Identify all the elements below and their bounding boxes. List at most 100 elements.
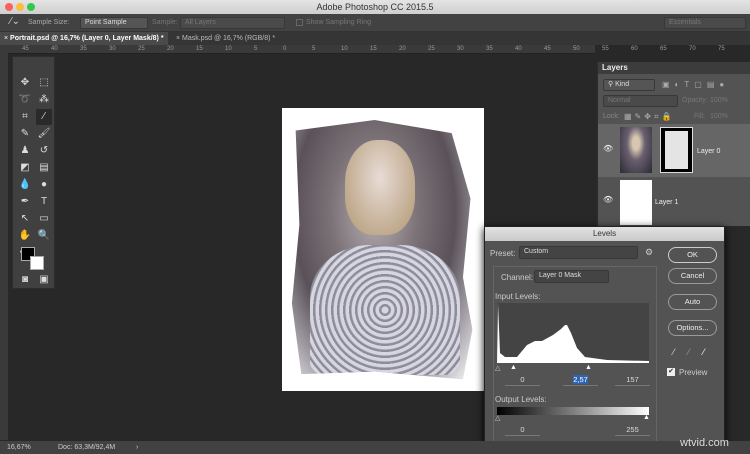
layer-mask-thumbnail[interactable] — [660, 127, 693, 173]
brush-tool-icon[interactable]: 🖌 — [36, 126, 52, 142]
layers-panel: Layers ⚲ Kind ▣◐T▢▤● Normal Opacity: 100… — [597, 62, 750, 226]
eyedropper-icon[interactable]: ⁄⌄ — [10, 16, 20, 27]
layer-thumbnail — [620, 127, 652, 173]
output-white-field[interactable]: 255 — [615, 425, 650, 436]
eyedropper-tool-icon[interactable]: ⁄ — [36, 109, 52, 125]
lock-icons[interactable]: ▦✎✥⌗🔒 — [624, 112, 674, 122]
input-gamma-field[interactable]: 2,57 — [563, 375, 598, 386]
marquee-tool-icon[interactable]: ⬚ — [36, 75, 52, 91]
sampling-ring-checkbox[interactable] — [296, 19, 303, 26]
gradient-tool-icon[interactable]: ▤ — [36, 160, 52, 176]
tab-portrait[interactable]: × Portrait.psd @ 16,7% (Layer 0, Layer M… — [0, 32, 168, 45]
shape-tool-icon[interactable]: ▭ — [36, 211, 52, 227]
close-window-button[interactable] — [5, 3, 13, 11]
layer-name: Layer 0 — [697, 148, 721, 155]
opacity-value[interactable]: 100% — [710, 97, 728, 104]
document-canvas[interactable] — [282, 108, 484, 391]
channel-select[interactable]: Layer 0 Mask — [534, 270, 609, 283]
ruler-tick-label: 25 — [428, 46, 435, 52]
minimize-window-button[interactable] — [16, 3, 24, 11]
pen-tool-icon[interactable]: ✒ — [17, 194, 33, 210]
tools-panel: ✥ ⬚ ➰ ⁂ ⌗ ⁄ ✎ 🖌 ♟ ↺ ◩ ▤ 💧 ● ✒ T ↖ ▭ ✋ 🔍 … — [12, 56, 55, 289]
visibility-eye-icon[interactable]: 👁 — [603, 195, 613, 204]
input-white-field[interactable]: 157 — [615, 375, 650, 386]
eraser-icon[interactable]: ◩ — [17, 160, 33, 176]
zoom-level[interactable]: 16,67% — [7, 441, 31, 454]
sample-size-select[interactable]: Point Sample — [80, 17, 148, 29]
ruler-tick-label: 20 — [399, 46, 406, 52]
output-white-slider[interactable]: ▲ — [643, 414, 650, 421]
sample-select[interactable]: All Layers — [180, 17, 285, 29]
black-point-eyedropper-icon[interactable]: ⁄ — [673, 347, 675, 357]
preset-gear-icon[interactable]: ⚙ — [645, 247, 653, 258]
ruler-tick-label: 50 — [573, 46, 580, 52]
output-levels-label: Output Levels: — [495, 395, 547, 404]
ruler-tick-label: 40 — [51, 46, 58, 52]
white-point-eyedropper-icon[interactable]: ⁄ — [703, 347, 705, 357]
input-gamma-value: 2,57 — [573, 375, 588, 384]
input-black-field[interactable]: 0 — [505, 375, 540, 386]
ruler-tick-label: 60 — [631, 46, 638, 52]
lasso-tool-icon[interactable]: ➰ — [17, 92, 33, 108]
lock-label: Lock: — [603, 113, 620, 120]
layer-row-0[interactable]: 👁 Layer 0 — [598, 124, 750, 177]
ruler-tick-label: 5 — [312, 46, 316, 52]
filter-kind-select[interactable]: ⚲ Kind — [603, 79, 655, 91]
gray-point-eyedropper-icon[interactable]: ⁄ — [688, 347, 690, 357]
layers-tab[interactable]: Layers — [602, 63, 628, 72]
cancel-button[interactable]: Cancel — [668, 268, 717, 284]
output-black-slider[interactable]: △ — [495, 414, 500, 422]
ok-button[interactable]: OK — [668, 247, 717, 263]
dodge-tool-icon[interactable]: ● — [36, 177, 52, 193]
magic-wand-icon[interactable]: ⁂ — [36, 92, 52, 108]
background-color-swatch[interactable] — [30, 256, 44, 270]
input-white-slider[interactable]: ▲ — [585, 364, 592, 371]
doc-size: Doc: 63,3M/92,4M — [58, 444, 116, 451]
zoom-window-button[interactable] — [27, 3, 35, 11]
preset-select[interactable]: Custom — [519, 246, 638, 259]
fill-value[interactable]: 100% — [710, 113, 728, 120]
status-bar: 16,67% Doc: 63,3M/92,4M › — [0, 441, 750, 454]
sample-size-label: Sample Size: — [28, 19, 70, 26]
auto-button[interactable]: Auto — [668, 294, 717, 310]
path-selection-icon[interactable]: ↖ — [17, 211, 33, 227]
ruler-tick-label: 10 — [341, 46, 348, 52]
history-brush-icon[interactable]: ↺ — [36, 143, 52, 159]
document-tabs: × Portrait.psd @ 16,7% (Layer 0, Layer M… — [0, 32, 750, 45]
layer-row-1[interactable]: 👁 Layer 1 — [598, 177, 750, 227]
ruler-tick-label: 40 — [515, 46, 522, 52]
blur-tool-icon[interactable]: 💧 — [17, 177, 33, 193]
ruler-tick-label: 70 — [689, 46, 696, 52]
blend-mode-select[interactable]: Normal — [603, 95, 678, 107]
hand-tool-icon[interactable]: ✋ — [17, 228, 33, 244]
screen-mode-icon[interactable]: ▣ — [36, 272, 52, 288]
preview-checkbox[interactable]: ✔ — [667, 368, 675, 376]
output-black-field[interactable]: 0 — [505, 425, 540, 436]
options-button[interactable]: Options... — [668, 320, 717, 336]
quick-mask-icon[interactable]: ◙ — [17, 272, 33, 288]
sweater — [310, 245, 460, 375]
visibility-eye-icon[interactable]: 👁 — [603, 144, 613, 153]
ruler-tick-label: 30 — [109, 46, 116, 52]
opacity-label: Opacity: — [682, 97, 708, 104]
workspace-select[interactable]: Essentials — [664, 17, 746, 29]
ruler-tick-label: 65 — [660, 46, 667, 52]
input-gray-slider[interactable]: ▲ — [510, 364, 517, 371]
tab-mask[interactable]: × Mask.psd @ 16,7% (RGB/8) * — [172, 32, 279, 45]
histogram — [497, 303, 649, 363]
type-tool-icon[interactable]: T — [36, 194, 52, 210]
channel-label: Channel: — [501, 273, 534, 282]
levels-dialog: Levels Preset: Custom ⚙ Channel: Layer 0… — [484, 226, 725, 454]
portrait-image — [291, 120, 473, 380]
clone-stamp-icon[interactable]: ♟ — [17, 143, 33, 159]
healing-brush-icon[interactable]: ✎ — [17, 126, 33, 142]
zoom-tool-icon[interactable]: 🔍 — [36, 228, 52, 244]
preview-label: Preview — [679, 368, 708, 377]
window-title: Adobe Photoshop CC 2015.5 — [316, 2, 434, 12]
input-black-slider[interactable]: △ — [495, 364, 500, 372]
crop-tool-icon[interactable]: ⌗ — [17, 109, 33, 125]
move-tool-icon[interactable]: ✥ — [17, 75, 33, 91]
status-menu-chevron-icon[interactable]: › — [136, 441, 138, 454]
filter-icons[interactable]: ▣◐T▢▤● — [662, 80, 729, 89]
ruler-tick-label: 10 — [225, 46, 232, 52]
